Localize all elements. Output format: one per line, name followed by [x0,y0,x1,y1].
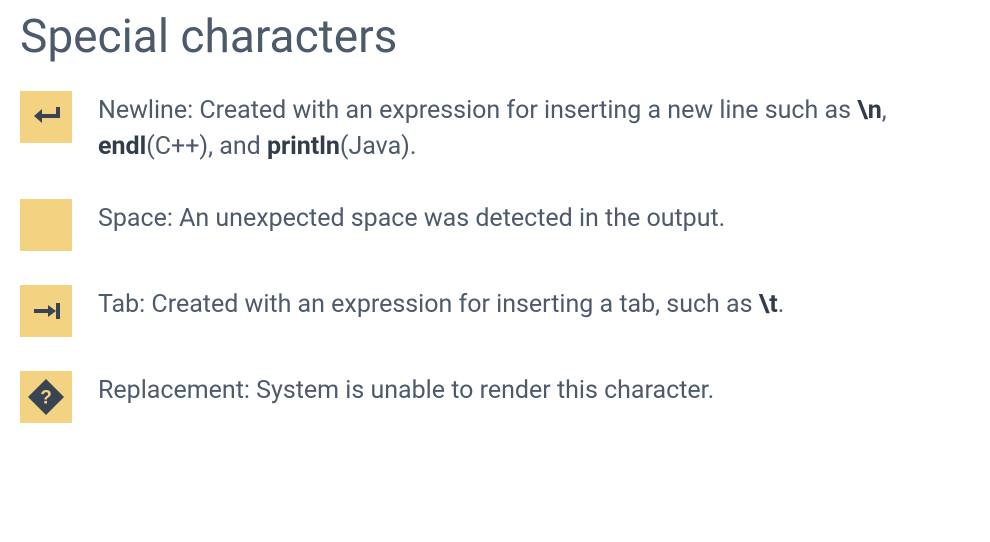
tab-description: Tab: Created with an expression for inse… [98,285,784,323]
tab-icon [20,285,72,337]
space-description: Space: An unexpected space was detected … [98,199,725,237]
newline-icon [20,91,72,143]
replacement-icon: ? [20,371,72,423]
svg-text:?: ? [40,388,52,409]
newline-description: Newline: Created with an expression for … [98,91,970,166]
item-space: Space: An unexpected space was detected … [20,199,970,251]
replacement-description: Replacement: System is unable to render … [98,371,714,409]
page-title: Special characters [20,12,970,63]
item-replacement: ? Replacement: System is unable to rende… [20,371,970,423]
item-tab: Tab: Created with an expression for inse… [20,285,970,337]
space-icon [20,199,72,251]
item-newline: Newline: Created with an expression for … [20,91,970,166]
